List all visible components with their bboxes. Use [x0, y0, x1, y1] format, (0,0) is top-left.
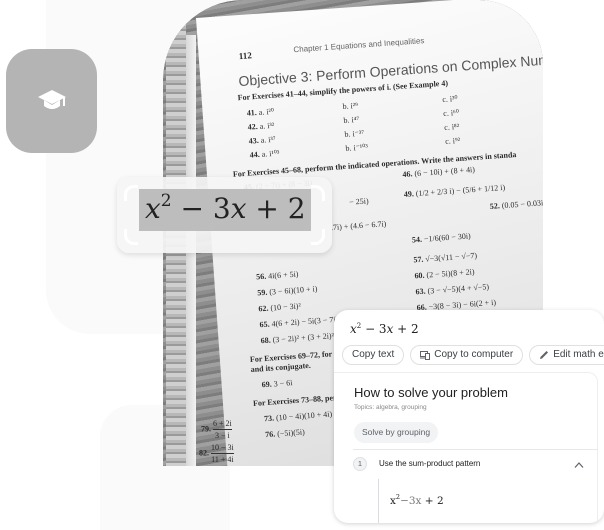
- action-chips: Copy text Copy to computer Edit math equ: [342, 345, 604, 365]
- expr-var: x: [350, 322, 357, 336]
- fraction-exercise: 82. 10 − 3i 11 + 4i: [199, 442, 234, 465]
- ex-text: − 25i): [348, 196, 369, 207]
- ex-a: a. i²⁰: [258, 106, 275, 117]
- scanned-expression: x2 − 3x + 2: [145, 191, 306, 225]
- crop-handle-bottom-right[interactable]: [311, 229, 325, 245]
- ex-text: .7i) + (4.6 − 6.7i): [330, 219, 387, 233]
- ex-text: (6 − 10i) + (8 + 4i): [414, 164, 476, 179]
- ex-text: √−3(√11 − √−7): [425, 250, 478, 264]
- ex-num: 73.: [263, 413, 275, 424]
- fraction-exercise: 79. 6 + 2i 3 − i: [201, 418, 232, 441]
- ex-num: 65.: [259, 319, 270, 330]
- expr-var: x: [230, 192, 247, 225]
- graduation-cap-icon: [37, 90, 66, 109]
- ex-num: 69.: [261, 379, 273, 390]
- step-expression: x2−3x + 2: [390, 493, 444, 507]
- ex-num: 41.: [246, 108, 258, 118]
- ex-num: 68.: [260, 335, 271, 346]
- ex-b: b. i⁻³⁷: [344, 128, 365, 139]
- chip-label: Copy to computer: [434, 349, 514, 360]
- step-connector: [378, 479, 379, 523]
- result-card: x2 − 3x + 2 Copy text Copy to computer E…: [334, 310, 604, 523]
- solve-method-chip[interactable]: Solve by grouping: [354, 422, 439, 443]
- scan-selection[interactable]: x2 − 3x + 2: [117, 177, 332, 253]
- ex-text: (−5i)(5i): [276, 427, 306, 439]
- ex-a: a. i³²: [259, 120, 275, 131]
- ex-c: c. i³⁰: [441, 93, 458, 105]
- ex-b: b. i⁻¹⁰³: [345, 142, 369, 153]
- ex-text: (3 − √−5)(4 + √−5): [427, 282, 490, 296]
- ex-text: (1/2 + 2/3 i) − (5/6 + 1/12 i): [415, 182, 506, 199]
- ex-c: c. i⁸²: [443, 121, 460, 132]
- ex-a: a. i¹⁰³: [261, 148, 280, 159]
- ex-text: 4(6 + 2i) − 5i(3 − 7i): [271, 314, 339, 329]
- fraction-numerator: 6 + 2i: [213, 419, 232, 430]
- ex-num: 52.: [489, 201, 501, 211]
- expr-part: − 3: [171, 192, 231, 225]
- ex-text: 3 − 6i: [273, 378, 293, 389]
- chip-label: Edit math equ: [553, 349, 604, 360]
- ex-num: 63.: [415, 286, 426, 297]
- ex-c: c. i⁶⁰: [442, 107, 460, 118]
- copy-to-computer-button[interactable]: Copy to computer: [410, 345, 524, 365]
- ex-num: 54.: [411, 234, 423, 245]
- solve-title: How to solve your problem: [354, 385, 508, 400]
- copy-text-button[interactable]: Copy text: [342, 345, 405, 365]
- ex-b: b. i⁴⁷: [343, 114, 360, 125]
- ex-text: (10 − 4i)(10 + 4i): [275, 409, 333, 423]
- chapter-header: Chapter 1 Equations and Inequalities: [293, 36, 425, 55]
- ex-num: 59.: [257, 287, 268, 298]
- recognized-expression: x2 − 3x + 2: [350, 322, 419, 336]
- fraction-denominator: 11 + 4i: [211, 455, 234, 464]
- expr-part: + 2: [393, 322, 419, 336]
- ex-num: 46.: [402, 169, 413, 179]
- ex-num: 49.: [403, 189, 415, 199]
- ex-b: b. i²⁹: [342, 100, 359, 111]
- ex-text: (3 − 6i)(10 + i): [268, 284, 318, 297]
- solve-topics: Topics: algebra, grouping: [354, 404, 427, 411]
- ex-num: 76.: [264, 429, 276, 440]
- ex-num: 62.: [258, 303, 269, 314]
- ex-num: 60.: [414, 270, 425, 281]
- ex-text: (0.05 − 0.03i: [501, 198, 543, 211]
- ex-num: 56.: [255, 271, 267, 282]
- chevron-up-icon[interactable]: [574, 461, 584, 469]
- page-number: 112: [238, 50, 253, 62]
- crop-handle-top-left[interactable]: [124, 185, 138, 201]
- fraction-denominator: 3 − i: [215, 431, 230, 440]
- chip-label: Copy text: [352, 349, 395, 360]
- ex-num: 44.: [249, 149, 260, 160]
- step-label[interactable]: Use the sum-product pattern: [379, 459, 480, 468]
- ex-c: c. i⁹²: [444, 135, 461, 146]
- ex-text: (3 − 2i)² + (3 + 2i)²: [272, 331, 335, 345]
- pencil-icon: [540, 351, 549, 359]
- ex-text: (2 − 5i)(8 + 2i): [426, 267, 475, 280]
- ex-num: 82.: [199, 448, 209, 458]
- expr-part: − 3: [361, 322, 387, 336]
- ex-num: 79.: [201, 424, 211, 434]
- education-app-tile[interactable]: [6, 49, 97, 153]
- ex-a: a. i³⁷: [260, 134, 276, 145]
- ex-num: 57.: [413, 254, 424, 265]
- step-number-badge: 1: [353, 457, 367, 471]
- divider: [353, 449, 598, 450]
- ex-text: −1/6(60 − 30i): [423, 231, 471, 244]
- edit-math-equation-button[interactable]: Edit math equ: [529, 345, 604, 365]
- crop-handle-bottom-left[interactable]: [124, 229, 138, 245]
- expr-part: −3x: [400, 495, 422, 507]
- fraction-numerator: 10 − 3i: [211, 443, 234, 454]
- ex-text: 4i(6 + 5i): [267, 269, 299, 281]
- computer-copy-icon: [420, 351, 431, 360]
- ex-num: 42.: [247, 121, 259, 132]
- expr-var: x: [145, 192, 161, 225]
- expr-part: + 2: [421, 495, 444, 507]
- expr-part: + 2: [246, 192, 306, 225]
- ex-text: (10 − 3i)²: [270, 301, 302, 313]
- ex-num: 43.: [248, 135, 260, 146]
- expr-exponent: 2: [160, 191, 172, 211]
- crop-handle-top-right[interactable]: [311, 185, 325, 201]
